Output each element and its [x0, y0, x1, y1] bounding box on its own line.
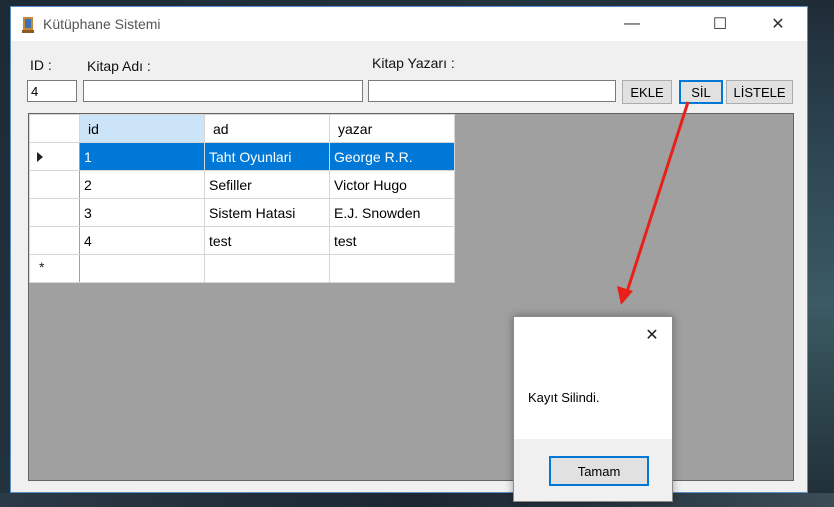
book-name-label: Kitap Adı : — [87, 58, 151, 74]
row-header[interactable]: * — [29, 254, 80, 283]
row-header[interactable] — [29, 142, 80, 171]
book-author-field[interactable] — [368, 80, 616, 102]
cell-ad[interactable]: Taht Oyunlari — [204, 142, 330, 171]
book-name-field[interactable] — [83, 80, 363, 102]
row-pointer-icon — [37, 152, 43, 162]
books-table: id ad yazar 1 Taht Oyunlari George R.R. … — [29, 114, 455, 283]
window-title: Kütüphane Sistemi — [43, 16, 161, 32]
app-icon — [22, 17, 34, 33]
cell-yazar[interactable] — [329, 254, 455, 283]
close-icon[interactable]: ✕ — [755, 7, 801, 41]
cell-ad[interactable]: test — [204, 226, 330, 255]
column-header-id[interactable]: id — [79, 114, 205, 143]
table-row[interactable]: 2 Sefiller Victor Hugo — [29, 170, 455, 199]
message-dialog: ✕ Kayıt Silindi. Tamam — [513, 316, 673, 502]
row-header[interactable] — [29, 170, 80, 199]
column-header-yazar[interactable]: yazar — [329, 114, 455, 143]
id-field[interactable]: 4 — [27, 80, 77, 102]
dialog-message: Kayıt Silindi. — [528, 390, 600, 405]
cell-id[interactable]: 3 — [79, 198, 205, 227]
ok-button[interactable]: Tamam — [549, 456, 649, 486]
close-icon[interactable]: ✕ — [640, 323, 664, 347]
delete-button[interactable]: SİL — [679, 80, 723, 104]
books-grid[interactable]: id ad yazar 1 Taht Oyunlari George R.R. … — [28, 113, 794, 481]
id-label: ID : — [30, 57, 52, 73]
table-row[interactable]: 4 test test — [29, 226, 455, 255]
row-header[interactable] — [29, 198, 80, 227]
cell-id[interactable] — [79, 254, 205, 283]
list-button[interactable]: LİSTELE — [726, 80, 793, 104]
add-button[interactable]: EKLE — [622, 80, 672, 104]
new-row-icon: * — [39, 259, 45, 275]
column-header-ad[interactable]: ad — [204, 114, 330, 143]
cell-yazar[interactable]: E.J. Snowden — [329, 198, 455, 227]
new-row[interactable]: * — [29, 254, 455, 283]
cell-id[interactable]: 4 — [79, 226, 205, 255]
dialog-footer: Tamam — [514, 439, 672, 501]
desktop-background-bottom — [0, 493, 834, 507]
minimize-icon[interactable]: — — [609, 7, 655, 41]
book-author-label: Kitap Yazarı : — [372, 55, 455, 71]
cell-ad[interactable] — [204, 254, 330, 283]
header-row: id ad yazar — [29, 114, 455, 143]
cell-yazar[interactable]: Victor Hugo — [329, 170, 455, 199]
main-window: Kütüphane Sistemi — ☐ ✕ ID : Kitap Adı :… — [10, 6, 808, 493]
table-row[interactable]: 1 Taht Oyunlari George R.R. — [29, 142, 455, 171]
maximize-icon[interactable]: ☐ — [697, 7, 743, 41]
cell-ad[interactable]: Sistem Hatasi — [204, 198, 330, 227]
cell-id[interactable]: 2 — [79, 170, 205, 199]
title-bar[interactable]: Kütüphane Sistemi — ☐ ✕ — [11, 7, 807, 41]
row-header[interactable] — [29, 226, 80, 255]
cell-ad[interactable]: Sefiller — [204, 170, 330, 199]
desktop-background-strip — [804, 0, 834, 507]
cell-yazar[interactable]: test — [329, 226, 455, 255]
cell-yazar[interactable]: George R.R. — [329, 142, 455, 171]
grid-corner-header[interactable] — [29, 114, 80, 143]
table-row[interactable]: 3 Sistem Hatasi E.J. Snowden — [29, 198, 455, 227]
cell-id[interactable]: 1 — [79, 142, 205, 171]
